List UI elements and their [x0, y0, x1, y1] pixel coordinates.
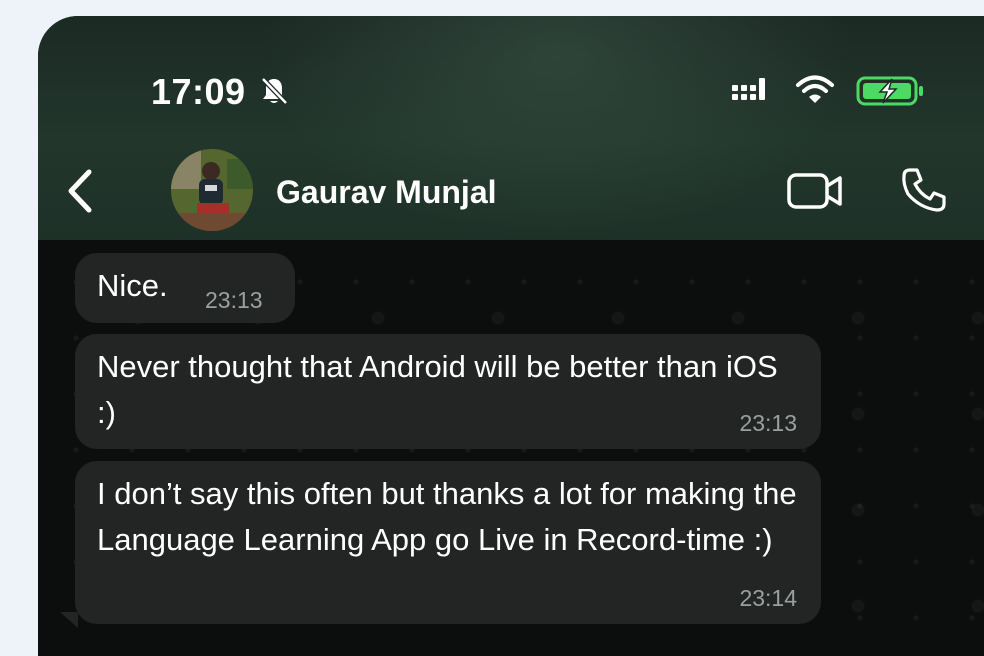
chat-area[interactable]: Nice. 23:13 Never thought that Android w… — [38, 240, 984, 656]
video-call-icon[interactable] — [786, 170, 846, 212]
phone-call-icon[interactable] — [900, 166, 948, 214]
message-text: Nice. — [97, 268, 168, 303]
message-text: Never thought that Android will be bette… — [97, 349, 778, 430]
message-bubble[interactable]: Nice. 23:13 — [75, 253, 295, 323]
avatar[interactable] — [171, 149, 253, 231]
bell-slash-icon — [261, 77, 288, 105]
message-bubble[interactable]: I don’t say this often but thanks a lot … — [75, 461, 821, 624]
message-time: 23:14 — [739, 585, 797, 611]
message-time: 23:13 — [205, 287, 263, 313]
chat-header: 17:09 Gaurav Munjal — [38, 16, 984, 240]
wifi-icon — [796, 75, 834, 103]
message-time: 23:13 — [739, 410, 797, 436]
phone-screen: 17:09 Gaurav Munjal Nice. 23:13 Never th… — [38, 16, 984, 656]
signal-icon — [732, 78, 765, 100]
message-bubble[interactable]: Never thought that Android will be bette… — [75, 334, 821, 449]
message-text: I don’t say this often but thanks a lot … — [97, 476, 797, 557]
avatar-photo — [171, 149, 253, 231]
contact-name[interactable]: Gaurav Munjal — [276, 174, 497, 211]
back-chevron-icon[interactable] — [63, 168, 97, 214]
bubble-tail — [60, 612, 78, 628]
battery-charging-icon — [856, 76, 923, 106]
status-time: 17:09 — [151, 71, 246, 112]
